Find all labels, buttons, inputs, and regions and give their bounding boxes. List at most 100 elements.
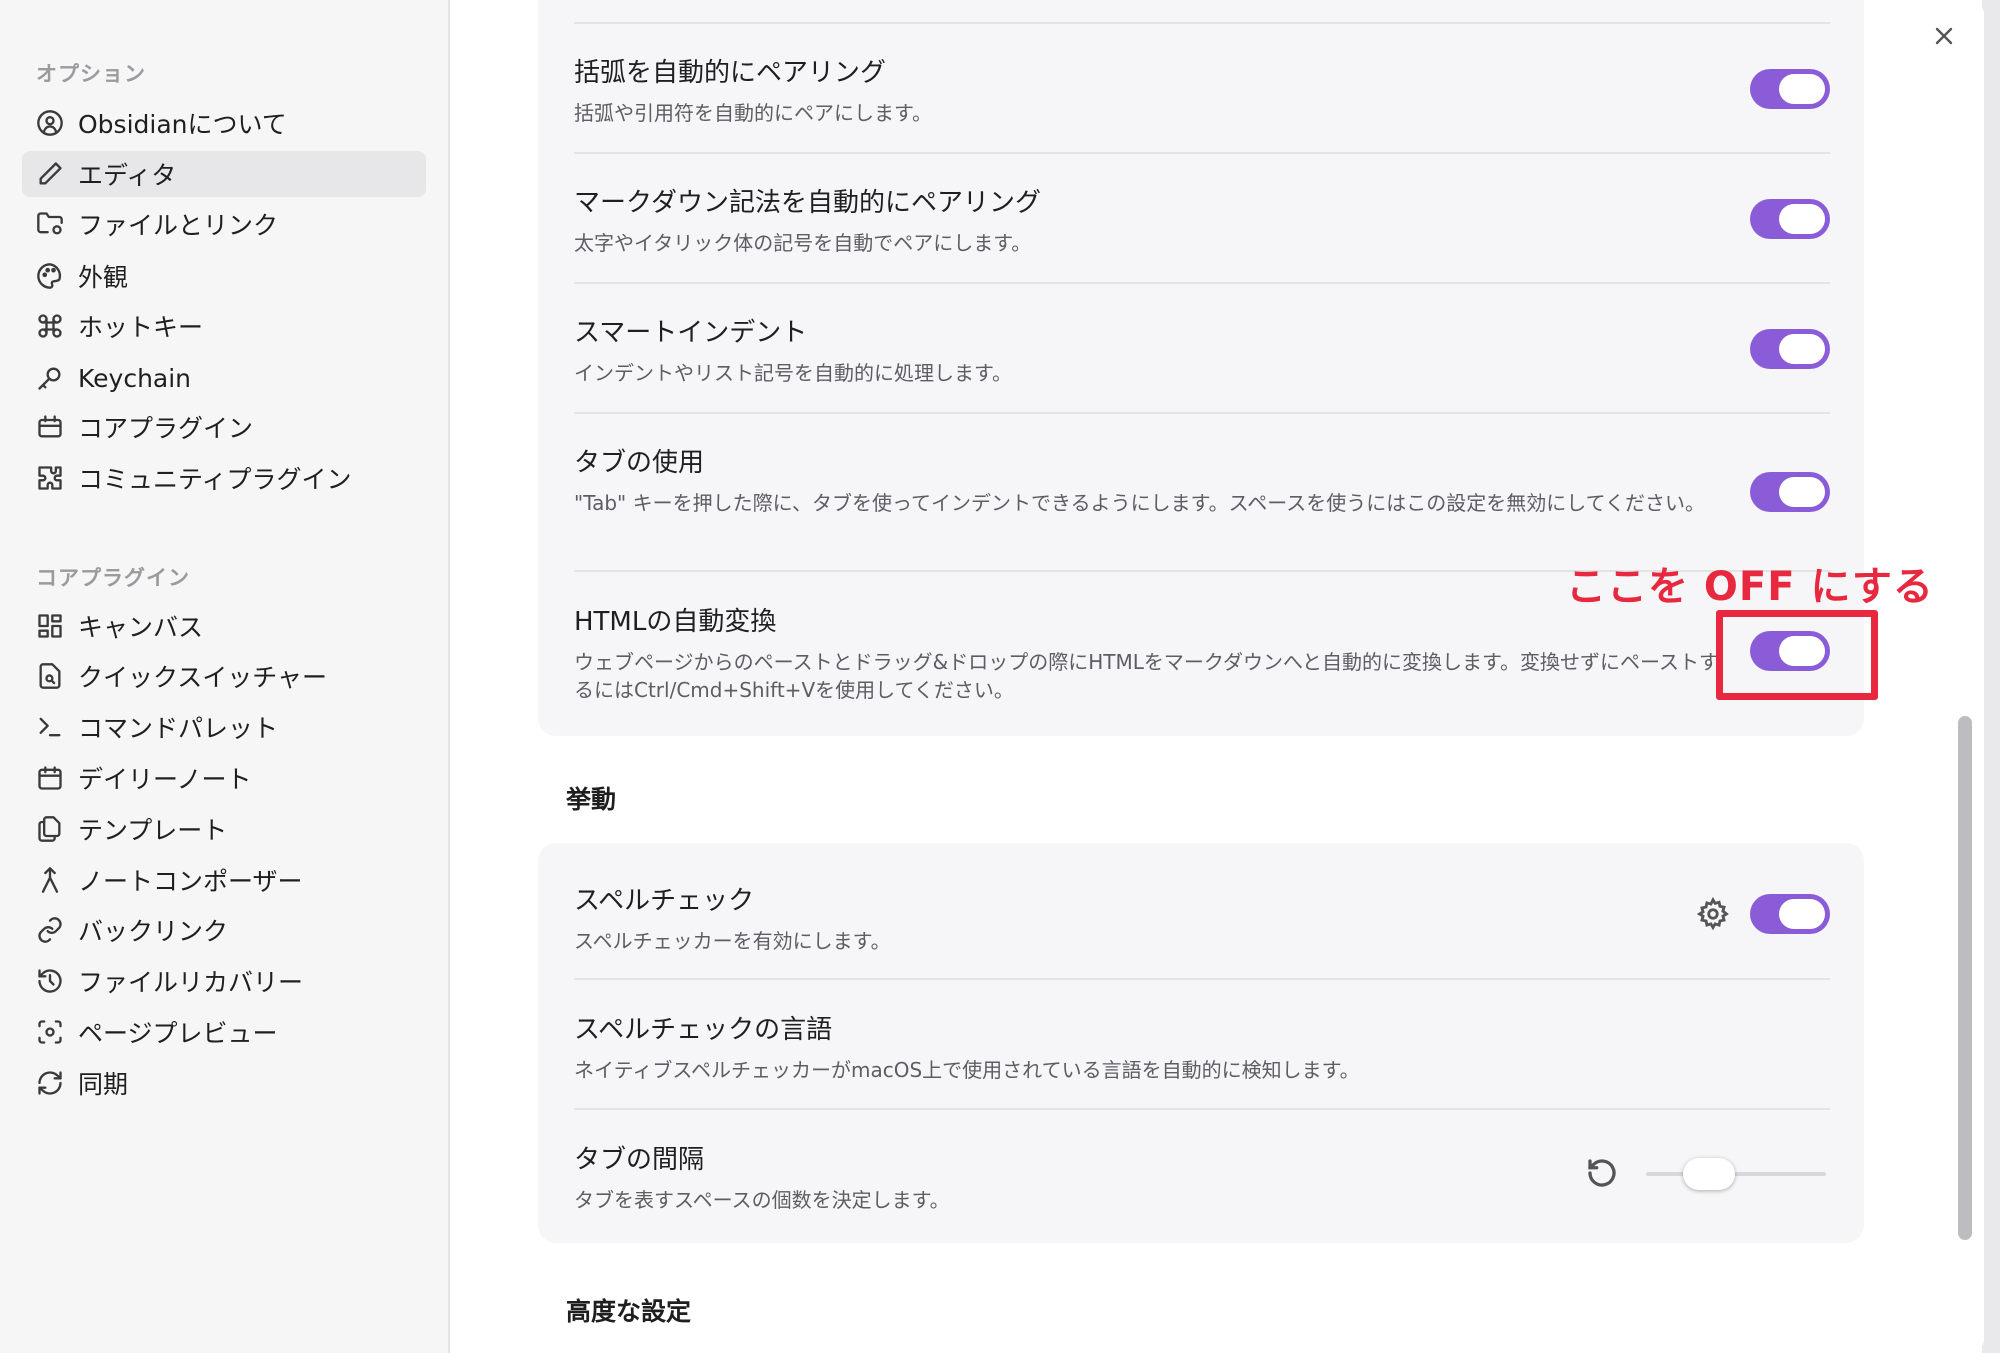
- setting-tab-size: タブの間隔 タブを表すスペースの個数を決定します。: [574, 1139, 1830, 1214]
- sidebar-item-about[interactable]: Obsidianについて: [22, 100, 426, 146]
- sidebar-item-label: Keychain: [78, 363, 192, 393]
- spellcheck-toggle[interactable]: [1750, 894, 1830, 934]
- history-icon: [22, 967, 78, 995]
- reset-icon: [1588, 1159, 1616, 1187]
- sidebar-item-hotkeys[interactable]: ホットキー: [22, 303, 426, 349]
- sidebar-item-core-plugins[interactable]: コアプラグイン: [22, 404, 426, 450]
- auto-pair-markdown-toggle[interactable]: [1750, 199, 1830, 239]
- settings-window: オプション Obsidianについて エディタ ファイルとリンク 外観 ホットキ…: [0, 0, 1984, 1353]
- setting-title: タブの間隔: [574, 1145, 705, 1175]
- advanced-heading: 高度な設定: [566, 1297, 692, 1326]
- sidebar-item-quick-switcher[interactable]: クイックスイッチャー: [22, 653, 426, 699]
- sidebar-item-appearance[interactable]: 外観: [22, 253, 426, 299]
- divider: [574, 1108, 1830, 1110]
- setting-title: マークダウン記法を自動的にペアリング: [574, 188, 1041, 218]
- calendar-box-icon: [22, 413, 78, 441]
- setting-description: インデントやリスト記号を自動的に処理します。: [574, 361, 1012, 385]
- sidebar-item-label: コアプラグイン: [78, 414, 254, 443]
- scrollbar[interactable]: [1958, 716, 1972, 1240]
- behavior-heading: 挙動: [566, 785, 617, 814]
- user-circle-icon: [22, 109, 78, 137]
- sidebar-item-label: コマンドパレット: [78, 714, 279, 743]
- annotation-highlight-box: [1716, 610, 1878, 700]
- setting-title: スマートインデント: [574, 318, 808, 348]
- setting-auto-pair-brackets: 括弧を自動的にペアリング 括弧や引用符を自動的にペアにします。: [574, 52, 1830, 127]
- divider: [574, 412, 1830, 414]
- sidebar-item-label: Obsidianについて: [78, 110, 287, 139]
- link-icon: [22, 916, 78, 944]
- setting-description: ネイティブスペルチェッカーがmacOS上で使用されている言語を自動的に検知します…: [574, 1058, 1360, 1082]
- sidebar-item-label: ノートコンポーザー: [78, 867, 303, 896]
- setting-use-tabs: タブの使用 "Tab" キーを押した際に、タブを使ってインデントできるようにしま…: [574, 442, 1830, 517]
- layout-dashboard-icon: [22, 612, 78, 640]
- auto-pair-brackets-toggle[interactable]: [1750, 69, 1830, 109]
- key-icon: [22, 364, 78, 392]
- sidebar-item-command-palette[interactable]: コマンドパレット: [22, 704, 426, 750]
- spellcheck-settings-button[interactable]: [1696, 896, 1730, 931]
- use-tabs-toggle[interactable]: [1750, 472, 1830, 512]
- reset-tab-size-button[interactable]: [1584, 1155, 1620, 1191]
- setting-description: 太字やイタリック体の記号を自動でペアにします。: [574, 231, 1032, 255]
- sidebar-item-label: エディタ: [78, 161, 177, 190]
- setting-description: ウェブページからのペーストとドラッグ&ドロップの際にHTMLをマークダウンへと自…: [574, 650, 1720, 702]
- smart-indent-toggle[interactable]: [1750, 329, 1830, 369]
- setting-auto-convert-html: HTMLの自動変換 ウェブページからのペーストとドラッグ&ドロップの際にHTML…: [574, 601, 1830, 704]
- sidebar-item-label: ファイルリカバリー: [78, 968, 304, 997]
- setting-description: タブを表すスペースの個数を決定します。: [574, 1188, 950, 1212]
- sidebar-item-page-preview[interactable]: ページプレビュー: [22, 1009, 426, 1055]
- setting-description: スペルチェッカーを有効にします。: [574, 929, 891, 953]
- sidebar-item-label: デイリーノート: [78, 765, 252, 794]
- sidebar-item-templates[interactable]: テンプレート: [22, 806, 426, 852]
- merge-icon: [22, 866, 78, 894]
- tab-size-slider-handle[interactable]: [1683, 1158, 1735, 1190]
- sidebar-item-community-plugins[interactable]: コミュニティプラグイン: [22, 455, 426, 501]
- tab-size-slider-track[interactable]: [1646, 1172, 1826, 1176]
- file-search-icon: [22, 662, 78, 690]
- folder-cog-icon: [22, 210, 78, 238]
- pencil-icon: [22, 160, 78, 188]
- setting-spellcheck-language: スペルチェックの言語 ネイティブスペルチェッカーがmacOS上で使用されている言…: [574, 1009, 1830, 1084]
- sidebar-item-label: 外観: [78, 263, 129, 292]
- setting-title: 括弧を自動的にペアリング: [574, 58, 887, 88]
- setting-smart-indent: スマートインデント インデントやリスト記号を自動的に処理します。: [574, 312, 1830, 387]
- sidebar-item-daily-notes[interactable]: デイリーノート: [22, 755, 426, 801]
- setting-description: "Tab" キーを押した際に、タブを使ってインデントできるようにします。スペース…: [574, 491, 1706, 515]
- divider: [574, 152, 1830, 154]
- sidebar-item-label: クイックスイッチャー: [78, 663, 328, 692]
- sidebar-item-label: ページプレビュー: [78, 1019, 278, 1048]
- annotation-label: ここを OFF にする: [1566, 564, 1934, 610]
- sidebar-item-note-composer[interactable]: ノートコンポーザー: [22, 857, 426, 903]
- setting-description: 括弧や引用符を自動的にペアにします。: [574, 101, 932, 125]
- core-plugins-heading: コアプラグイン: [36, 566, 190, 590]
- sidebar-item-file-recovery[interactable]: ファイルリカバリー: [22, 958, 426, 1004]
- palette-icon: [22, 262, 78, 290]
- sidebar-item-sync[interactable]: 同期: [22, 1060, 426, 1106]
- sidebar-item-keychain[interactable]: Keychain: [22, 355, 426, 401]
- terminal-icon: [22, 713, 78, 741]
- gear-icon: [1696, 896, 1729, 931]
- command-icon: [22, 312, 78, 340]
- sidebar-item-canvas[interactable]: キャンバス: [22, 603, 426, 649]
- sidebar-item-label: ファイルとリンク: [78, 211, 279, 240]
- sidebar-item-backlinks[interactable]: バックリンク: [22, 907, 426, 953]
- refresh-icon: [22, 1069, 78, 1097]
- divider: [574, 22, 1830, 24]
- puzzle-icon: [22, 464, 78, 492]
- divider: [574, 978, 1830, 980]
- scan-eye-icon: [22, 1018, 78, 1046]
- sidebar-item-files-links[interactable]: ファイルとリンク: [22, 201, 426, 247]
- close-button[interactable]: [1926, 18, 1962, 54]
- sidebar-item-label: ホットキー: [78, 313, 204, 342]
- setting-title: タブの使用: [574, 448, 705, 478]
- setting-title: スペルチェック: [574, 886, 755, 916]
- settings-sidebar: オプション Obsidianについて エディタ ファイルとリンク 外観 ホットキ…: [0, 0, 450, 1353]
- setting-auto-pair-markdown: マークダウン記法を自動的にペアリング 太字やイタリック体の記号を自動でペアにしま…: [574, 182, 1830, 257]
- sidebar-item-editor[interactable]: エディタ: [22, 151, 426, 197]
- close-icon: [1935, 27, 1953, 45]
- sidebar-item-label: テンプレート: [78, 816, 228, 845]
- sidebar-item-label: バックリンク: [78, 917, 229, 946]
- files-icon: [22, 815, 78, 843]
- divider: [574, 282, 1830, 284]
- setting-title: スペルチェックの言語: [574, 1015, 833, 1045]
- options-heading: オプション: [36, 62, 146, 86]
